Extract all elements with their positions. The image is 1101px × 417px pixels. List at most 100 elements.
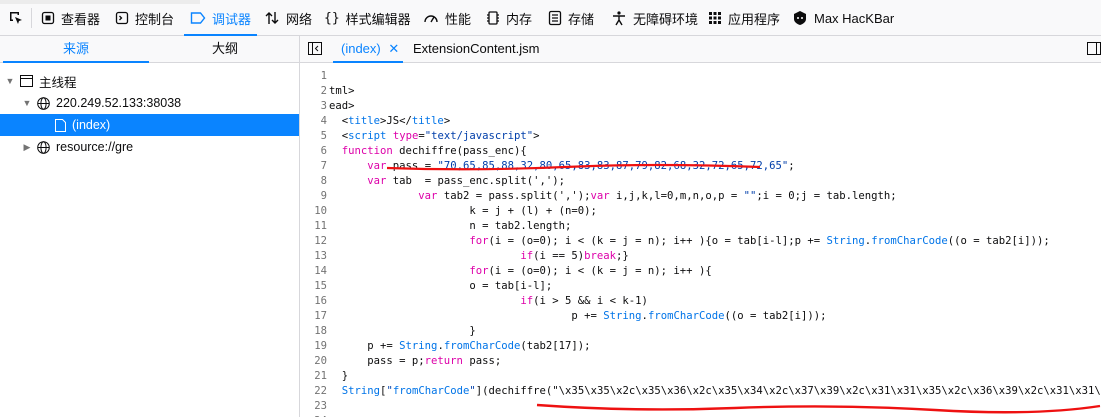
line-text: n = tab2.length; — [329, 220, 572, 232]
line-number[interactable]: 23 — [300, 399, 327, 414]
code-line[interactable]: 22 String["fromCharCode"](dechiffre("\x3… — [300, 384, 1101, 399]
line-text: String["fromCharCode"](dechiffre("\x35\x… — [341, 385, 1101, 397]
toggle-sidebar-icon[interactable] — [308, 42, 322, 55]
line-number[interactable]: 13 — [300, 249, 327, 264]
code-line[interactable]: 12 for(i = (o=0); i < (k = j = n); i++ )… — [300, 234, 1101, 249]
code-line[interactable]: 8 var tab = pass_enc.split(','); — [300, 174, 1101, 189]
line-number[interactable]: 16 — [300, 294, 327, 309]
line-number[interactable]: 14 — [300, 264, 327, 279]
tab-application[interactable]: 应用程序 — [708, 0, 780, 36]
line-number[interactable]: 11 — [300, 219, 327, 234]
code-line[interactable]: 14 for(i = (o=0); i < (k = j = n); i++ )… — [300, 264, 1101, 279]
tab-label: 网络 — [286, 11, 313, 27]
debugger-icon — [190, 12, 206, 24]
tab-accessibility[interactable]: 无障碍环境 — [611, 0, 698, 36]
code-line[interactable]: 5 <script type="text/javascript"> — [300, 129, 1101, 144]
line-number[interactable]: 7 — [300, 159, 327, 174]
code-line[interactable]: 15 o = tab[i-l]; — [300, 279, 1101, 294]
line-number[interactable]: 12 — [300, 234, 327, 249]
tree-item-host[interactable]: ▼ 220.249.52.133:38038 — [0, 92, 299, 114]
code-line[interactable]: 3 ead> — [300, 99, 1101, 114]
application-icon — [709, 12, 721, 24]
line-number[interactable]: 18 — [300, 324, 327, 339]
storage-icon — [548, 10, 562, 26]
memory-icon — [487, 11, 499, 25]
line-text: <title>JS</title> — [329, 115, 451, 127]
tab-label: 调试器 — [212, 11, 252, 27]
line-text: var tab = pass_enc.split(','); — [367, 175, 566, 187]
expand-arrow-icon[interactable]: ▼ — [22, 98, 32, 108]
console-icon — [115, 11, 129, 25]
tree-item-index-file[interactable]: (index) — [0, 114, 299, 136]
tab-extension-content[interactable]: ExtensionContent.jsm — [413, 36, 539, 62]
close-icon[interactable]: ✕ — [388, 41, 399, 56]
expand-arrow-icon[interactable]: ▼ — [5, 76, 15, 86]
code-line[interactable]: 19 p += String.fromCharCode(tab2[17]); — [300, 339, 1101, 354]
accessibility-icon — [613, 11, 625, 26]
tab-max-hackbar[interactable]: Max HacKBar — [792, 0, 894, 36]
tree-item-label: (index) — [72, 118, 111, 132]
inspector-icon — [41, 11, 55, 25]
line-text: } — [329, 370, 349, 382]
element-picker-button[interactable] — [8, 0, 24, 36]
line-number[interactable]: 9 — [300, 189, 327, 204]
line-text: if(i == 5)break;} — [520, 250, 629, 262]
editor-tabs: (index) ✕ ExtensionContent.jsm — [300, 36, 1101, 63]
tree-item-main-thread[interactable]: ▼ 主线程 — [0, 70, 299, 92]
code-line[interactable]: 4 <title>JS</title> — [300, 114, 1101, 129]
hackbar-icon — [794, 11, 806, 25]
line-number[interactable]: 8 — [300, 174, 327, 189]
code-editor[interactable]: 2 4 2322 String["fromCharCode"](dechiffre(… — [300, 63, 1101, 417]
code-line[interactable]: 11 n = tab2.length; — [300, 219, 1101, 234]
line-text: if(i > 5 && i < k-1) — [520, 295, 648, 307]
globe-icon — [37, 140, 50, 154]
expand-arrow-icon[interactable]: ▶ — [22, 142, 32, 153]
line-number[interactable]: 19 — [300, 339, 327, 354]
code-line[interactable]: 1 — [300, 69, 1101, 84]
code-line[interactable]: 16 if(i > 5 && i < k-1) — [300, 294, 1101, 309]
globe-icon — [37, 96, 50, 110]
performance-icon — [424, 15, 438, 23]
line-number[interactable]: 15 — [300, 279, 327, 294]
tree-item-resource[interactable]: ▶ resource://gre — [0, 136, 299, 158]
code-line[interactable]: 6 function dechiffre(pass_enc){ — [300, 144, 1101, 159]
line-text: tml> — [329, 85, 355, 97]
tab-style-editor[interactable]: {} 样式编辑器 — [324, 0, 411, 36]
code-line[interactable]: 2 tml> — [300, 84, 1101, 99]
line-number[interactable]: 6 — [300, 144, 327, 159]
tab-storage[interactable]: 存储 — [548, 0, 594, 36]
tree-item-label: resource://gre — [56, 140, 134, 154]
line-number[interactable]: 21 — [300, 369, 327, 384]
line-number[interactable]: 2 — [300, 84, 327, 99]
code-line[interactable]: 20 pass = p;return pass; — [300, 354, 1101, 369]
tab-index[interactable]: (index) ✕ — [332, 36, 404, 63]
code-line[interactable]: 21 } — [300, 369, 1101, 384]
tab-inspector[interactable]: 查看器 — [41, 0, 100, 36]
tab-debugger[interactable]: 调试器 — [183, 0, 258, 36]
tab-outline[interactable]: 大纲 — [212, 36, 238, 62]
tab-console[interactable]: 控制台 — [115, 0, 174, 36]
line-number[interactable]: 3 — [300, 99, 327, 114]
annotation-underline — [536, 403, 1101, 414]
line-number[interactable]: 10 — [300, 204, 327, 219]
tab-network[interactable]: 网络 — [264, 0, 312, 36]
code-line[interactable]: 17 p += String.fromCharCode((o = tab2[i]… — [300, 309, 1101, 324]
line-number[interactable]: 5 — [300, 129, 327, 144]
tab-sources[interactable]: 来源 — [2, 36, 150, 63]
code-line[interactable]: 10 k = j + (l) + (n=0); — [300, 204, 1101, 219]
code-line[interactable]: 18 } — [300, 324, 1101, 339]
toggle-right-sidebar-icon[interactable] — [1087, 42, 1101, 55]
tab-performance[interactable]: 性能 — [423, 0, 471, 36]
tree-item-label: 主线程 — [39, 75, 77, 90]
line-number[interactable]: 22 — [300, 384, 327, 399]
line-number[interactable]: 17 — [300, 309, 327, 324]
line-text: o = tab[i-l]; — [329, 280, 553, 292]
line-number[interactable]: 1 — [300, 69, 327, 84]
sources-sidebar: 来源 大纲 ▼ 主线程 ▼ 220.249.52.133:38038 (inde… — [0, 36, 300, 417]
tab-memory[interactable]: 内存 — [486, 0, 532, 36]
tab-label: 控制台 — [135, 11, 175, 27]
code-line[interactable]: 13 if(i == 5)break;} — [300, 249, 1101, 264]
code-line[interactable]: 9 var tab2 = pass.split(',');var i,j,k,l… — [300, 189, 1101, 204]
line-number[interactable]: 4 — [300, 114, 327, 129]
line-number[interactable]: 20 — [300, 354, 327, 369]
